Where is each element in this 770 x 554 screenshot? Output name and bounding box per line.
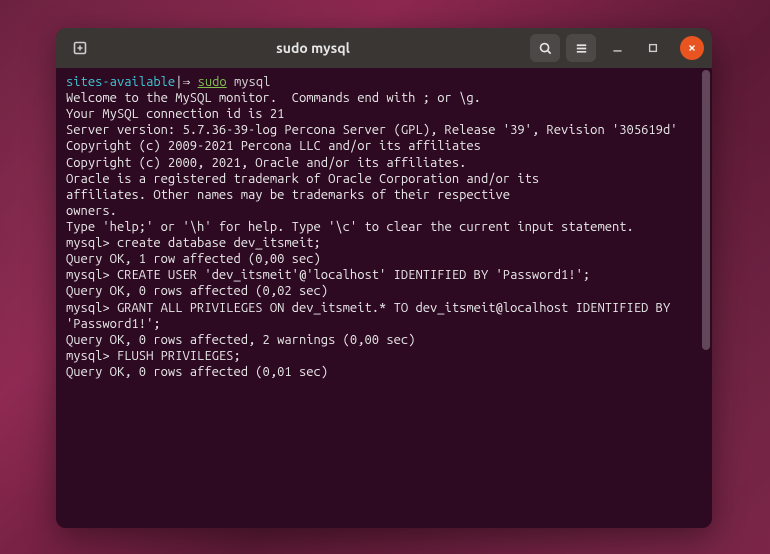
terminal-line: Server version: 5.7.36-39-log Percona Se…	[66, 122, 702, 138]
new-tab-button[interactable]	[64, 34, 96, 62]
new-tab-icon	[72, 40, 88, 56]
terminal-line: Your MySQL connection id is 21	[66, 106, 702, 122]
prompt-command: mysql	[234, 75, 270, 89]
terminal-line: Copyright (c) 2000, 2021, Oracle and/or …	[66, 155, 702, 171]
terminal-line: affiliates. Other names may be trademark…	[66, 187, 702, 203]
titlebar-right-group	[530, 34, 704, 62]
scrollbar[interactable]	[702, 70, 710, 350]
prompt-sudo: sudo	[198, 75, 227, 89]
terminal-body[interactable]: sites-available|⇒ sudo mysqlWelcome to t…	[56, 68, 712, 528]
close-icon	[687, 43, 697, 53]
terminal-line: Oracle is a registered trademark of Orac…	[66, 171, 702, 187]
minimize-icon	[611, 42, 624, 55]
terminal-line: mysql> GRANT ALL PRIVILEGES ON dev_itsme…	[66, 300, 702, 332]
terminal-line: mysql> create database dev_itsmeit;	[66, 235, 702, 251]
prompt-line: sites-available|⇒ sudo mysql	[66, 74, 702, 90]
hamburger-menu-button[interactable]	[566, 34, 596, 62]
search-button[interactable]	[530, 34, 560, 62]
prompt-path: sites-available	[66, 75, 175, 89]
hamburger-icon	[574, 41, 589, 56]
maximize-icon	[647, 42, 659, 54]
terminal-line: Query OK, 0 rows affected (0,01 sec)	[66, 364, 702, 380]
terminal-line: mysql> FLUSH PRIVILEGES;	[66, 348, 702, 364]
terminal-line: Copyright (c) 2009-2021 Percona LLC and/…	[66, 138, 702, 154]
terminal-line: Query OK, 0 rows affected (0,02 sec)	[66, 283, 702, 299]
titlebar-left-group	[64, 34, 96, 62]
maximize-button[interactable]	[638, 34, 668, 62]
search-icon	[538, 41, 553, 56]
minimize-button[interactable]	[602, 34, 632, 62]
terminal-line: Query OK, 0 rows affected, 2 warnings (0…	[66, 332, 702, 348]
window-title: sudo mysql	[102, 40, 524, 56]
terminal-line: Welcome to the MySQL monitor. Commands e…	[66, 90, 702, 106]
terminal-line: Query OK, 1 row affected (0,00 sec)	[66, 251, 702, 267]
terminal-line: mysql> CREATE USER 'dev_itsmeit'@'localh…	[66, 267, 702, 283]
prompt-arrow: ⇒	[182, 75, 190, 89]
close-button[interactable]	[680, 36, 704, 60]
terminal-window: sudo mysql	[56, 28, 712, 528]
titlebar: sudo mysql	[56, 28, 712, 68]
terminal-line: owners.	[66, 203, 702, 219]
terminal-line: Type 'help;' or '\h' for help. Type '\c'…	[66, 219, 702, 235]
